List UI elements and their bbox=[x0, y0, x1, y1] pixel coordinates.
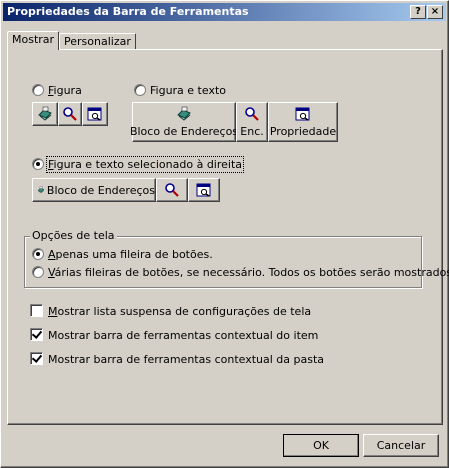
screen-options-title: Opções de tela bbox=[30, 229, 117, 242]
properties-icon bbox=[295, 107, 310, 121]
search-icon bbox=[165, 183, 179, 197]
radio-single-row-label[interactable]: Apenas uma fileira de botões. bbox=[48, 248, 213, 261]
dialog-window: Propriedades da Barra de Ferramentas ? ×… bbox=[0, 0, 449, 468]
cancel-button-label: Cancelar bbox=[376, 439, 426, 452]
preview-properties-text-button: Propriedade bbox=[268, 102, 338, 142]
radio-multi-row-label[interactable]: Várias fileiras de botões, se necessário… bbox=[48, 266, 449, 279]
help-button[interactable]: ? bbox=[410, 5, 426, 19]
properties-icon bbox=[196, 183, 211, 197]
ok-button[interactable]: OK bbox=[283, 434, 359, 457]
tab-panel-mostrar: Figura Figura e texto Bloco de Endereços… bbox=[7, 49, 449, 425]
preview-search-button bbox=[58, 102, 82, 126]
tab-mostrar[interactable]: Mostrar bbox=[7, 31, 60, 50]
preview-address-book-button bbox=[32, 102, 58, 126]
tab-personalizar-label: Personalizar bbox=[64, 35, 131, 48]
radio-figura-e-texto-direita-label[interactable]: Figura e texto selecionado à direita bbox=[45, 156, 245, 173]
tab-mostrar-label: Mostrar bbox=[12, 33, 55, 46]
radio-figura-label[interactable]: Figura bbox=[48, 84, 82, 97]
preview-address-book-right-label: Bloco de Endereços bbox=[46, 183, 155, 197]
checkbox-item-context-toolbar[interactable] bbox=[30, 328, 43, 341]
preview-search-text-label: Enc. bbox=[240, 125, 264, 138]
properties-icon bbox=[87, 107, 102, 121]
preview-properties-text-label: Propriedade bbox=[269, 125, 337, 138]
radio-single-row[interactable] bbox=[32, 248, 44, 260]
preview-address-book-text-label: Bloco de Endereços bbox=[129, 125, 239, 138]
address-book-icon bbox=[37, 186, 45, 194]
address-book-icon bbox=[177, 106, 191, 121]
checkbox-screen-settings-dropdown[interactable] bbox=[30, 304, 43, 317]
ok-button-label: OK bbox=[313, 439, 329, 452]
preview-search-right-button bbox=[156, 178, 188, 202]
screen-options-group bbox=[24, 236, 422, 288]
radio-figura[interactable] bbox=[32, 84, 44, 96]
checkbox-screen-settings-dropdown-label[interactable]: Mostrar lista suspensa de configurações … bbox=[48, 305, 311, 318]
address-book-icon bbox=[38, 106, 52, 121]
preview-properties-right-button bbox=[188, 178, 220, 202]
preview-address-book-text-button: Bloco de Endereços bbox=[129, 102, 239, 142]
close-button[interactable]: × bbox=[427, 5, 443, 19]
cancel-button[interactable]: Cancelar bbox=[363, 434, 439, 457]
checkbox-folder-context-toolbar-label[interactable]: Mostrar barra de ferramentas contextual … bbox=[48, 353, 324, 366]
radio-figura-e-texto-label[interactable]: Figura e texto bbox=[150, 84, 226, 97]
title-bar[interactable]: Propriedades da Barra de Ferramentas ? × bbox=[3, 3, 446, 21]
preview-properties-button bbox=[82, 102, 108, 126]
radio-figura-e-texto[interactable] bbox=[134, 84, 146, 96]
search-icon bbox=[63, 107, 77, 121]
radio-multi-row[interactable] bbox=[32, 266, 44, 278]
tab-personalizar[interactable]: Personalizar bbox=[59, 33, 136, 49]
window-title: Propriedades da Barra de Ferramentas bbox=[7, 5, 249, 18]
preview-address-book-right-button: Bloco de Endereços bbox=[32, 178, 156, 202]
checkbox-item-context-toolbar-label[interactable]: Mostrar barra de ferramentas contextual … bbox=[48, 329, 318, 342]
checkbox-folder-context-toolbar[interactable] bbox=[30, 352, 43, 365]
search-icon bbox=[245, 107, 259, 121]
radio-figura-e-texto-direita[interactable] bbox=[32, 158, 44, 170]
preview-search-text-button: Enc. bbox=[236, 102, 268, 142]
